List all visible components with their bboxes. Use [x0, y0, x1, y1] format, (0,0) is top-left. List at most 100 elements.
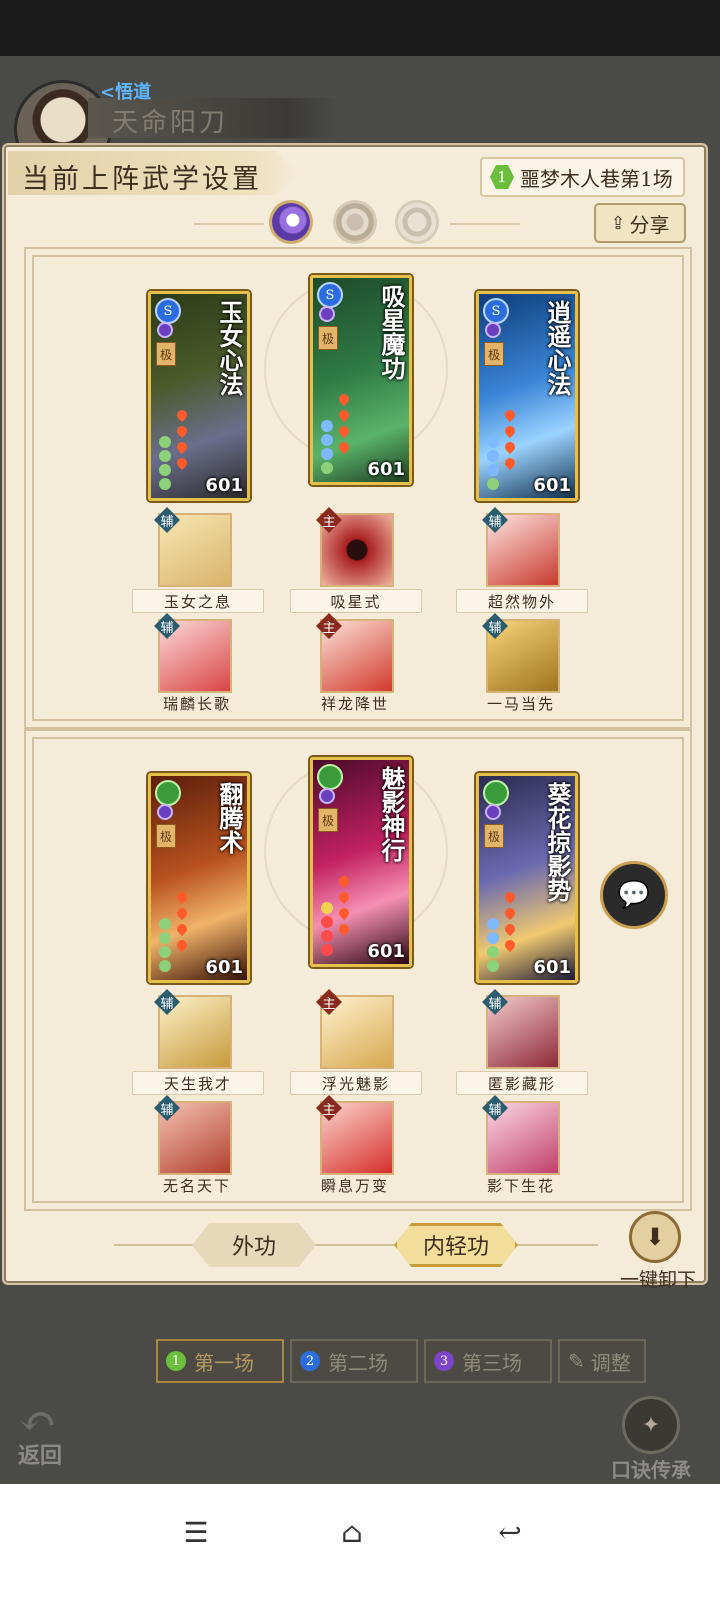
skill-icon[interactable]: 辅 [154, 989, 232, 1069]
type-selector [194, 201, 520, 247]
adjust-button[interactable]: ✎ 调整 [558, 1339, 646, 1383]
skill-card[interactable]: 极 翻腾术 601 [148, 773, 250, 983]
unload-all-label: 一键卸下 [620, 1269, 697, 1291]
round-tab-3[interactable]: 3 第三场 [424, 1339, 552, 1383]
card-title: 逍遥心法 [543, 300, 572, 396]
role-badge: 辅 [482, 613, 508, 639]
moon-orb-icon[interactable] [272, 203, 310, 241]
mode-divider [114, 1244, 598, 1246]
divider-line [194, 223, 264, 225]
role-badge: 主 [316, 507, 342, 533]
adjust-icon: ✎ [568, 1349, 585, 1373]
card-title: 翻腾术 [215, 782, 244, 854]
ring-orb-icon[interactable] [336, 203, 374, 241]
skill-icon[interactable]: 辅 [482, 1095, 560, 1175]
skill-label: 瑞麟长歌 [162, 695, 231, 713]
role-badge: 辅 [154, 613, 180, 639]
round-tab-2[interactable]: 2 第二场 [290, 1339, 418, 1383]
stage-selector[interactable]: 1 噩梦木人巷第1场 [480, 157, 685, 197]
tier-badge: 极 [484, 342, 504, 366]
gem-icon [487, 806, 499, 818]
stage-number-badge: 1 [490, 165, 514, 189]
card-title: 玉女心法 [215, 300, 244, 396]
round-label: 第二场 [328, 1350, 388, 1375]
flame-icons [174, 404, 191, 471]
round-tab-1[interactable]: 1 第一场 [156, 1339, 284, 1383]
skill-label: 浮光魅影 [290, 1071, 422, 1095]
crescent-orb-icon[interactable] [398, 203, 436, 241]
skill-icon[interactable]: 辅 [154, 1095, 232, 1175]
player-hud: <悟道 天命阳刀 [0, 72, 720, 178]
divider-line [450, 223, 520, 225]
skill-label: 天生我才 [132, 1071, 264, 1095]
skill-icon[interactable]: 辅 [482, 989, 560, 1069]
menu-icon[interactable]: ☰ [176, 1512, 216, 1552]
back-button[interactable]: ↶ 返回 [18, 1398, 98, 1469]
skill-label: 匿影藏形 [456, 1071, 588, 1095]
gem-icon [487, 324, 499, 336]
card-level: 601 [533, 475, 571, 496]
role-badge: 辅 [154, 989, 180, 1015]
share-icon: ⇪ [610, 212, 626, 234]
chat-bubble-icon[interactable]: 💬 [600, 861, 668, 929]
mode-tabs: 外功 内轻功 [114, 1217, 604, 1273]
unload-all-button[interactable]: ⬇ 一键卸下 [620, 1211, 697, 1292]
system-nav-bar: ☰ ⌂ ↩ [0, 1484, 720, 1600]
inherit-button[interactable]: ✦ 口诀传承 [596, 1396, 706, 1483]
round-label: 第一场 [194, 1350, 254, 1375]
card-title: 葵花掠影势 [543, 782, 572, 902]
card-level: 601 [205, 475, 243, 496]
skill-icon[interactable]: 主 [316, 507, 394, 587]
skill-label: 无名天下 [162, 1177, 231, 1195]
flame-icons [336, 870, 353, 937]
skill-label: 影下生花 [486, 1177, 555, 1195]
tier-badge: 极 [318, 808, 338, 832]
stage-name: 噩梦木人巷第1场 [520, 166, 673, 191]
star-dots [321, 900, 337, 956]
s-grade-icon: S [483, 298, 509, 324]
skill-icon[interactable]: 辅 [154, 613, 232, 693]
s-grade-icon: S [155, 298, 181, 324]
skill-icon[interactable]: 辅 [482, 507, 560, 587]
skill-icon[interactable]: 主 [316, 613, 394, 693]
skill-card[interactable]: S 极 逍遥心法 601 [476, 291, 578, 501]
skill-label: 一马当先 [486, 695, 555, 713]
leaf-grade-icon [155, 780, 181, 806]
skill-card[interactable]: 极 葵花掠影势 601 [476, 773, 578, 983]
outer-skill-tab[interactable]: 外功 [192, 1223, 316, 1267]
s-grade-icon: S [317, 282, 343, 308]
skill-icon[interactable]: 辅 [154, 507, 232, 587]
card-title: 魅影神行 [377, 766, 406, 862]
leaf-grade-icon [483, 780, 509, 806]
flame-icons [502, 404, 519, 471]
status-bar [0, 0, 720, 56]
role-badge: 辅 [482, 507, 508, 533]
role-badge: 辅 [482, 1095, 508, 1121]
role-badge: 辅 [482, 989, 508, 1015]
tier-badge: 极 [156, 824, 176, 848]
back-icon[interactable]: ↩ [490, 1512, 530, 1552]
skill-card[interactable]: S 极 玉女心法 601 [148, 291, 250, 501]
skill-label: 瞬息万变 [320, 1177, 389, 1195]
inherit-icon: ✦ [622, 1396, 680, 1454]
home-icon[interactable]: ⌂ [332, 1512, 372, 1552]
skill-icon[interactable]: 主 [316, 989, 394, 1069]
star-dots [159, 434, 175, 490]
share-button[interactable]: ⇪ 分享 [594, 203, 686, 243]
skill-card[interactable]: S 极 吸星魔功 601 [310, 275, 412, 485]
role-badge: 主 [316, 989, 342, 1015]
skill-icon[interactable]: 辅 [482, 613, 560, 693]
inner-skill-tab[interactable]: 内轻功 [394, 1223, 518, 1267]
star-dots [321, 418, 337, 474]
back-label: 返回 [18, 1443, 63, 1469]
skill-label: 玉女之息 [132, 589, 264, 613]
tier-badge: 极 [156, 342, 176, 366]
skill-label: 吸星式 [290, 589, 422, 613]
card-level: 601 [205, 957, 243, 978]
skill-icon[interactable]: 主 [316, 1095, 394, 1175]
star-dots [159, 916, 175, 972]
round-tabs: 1 第一场 2 第二场 3 第三场 ✎ 调整 [156, 1339, 656, 1383]
tier-badge: 极 [318, 326, 338, 350]
inherit-label: 口诀传承 [611, 1458, 691, 1482]
skill-card[interactable]: 极 魅影神行 601 [310, 757, 412, 967]
